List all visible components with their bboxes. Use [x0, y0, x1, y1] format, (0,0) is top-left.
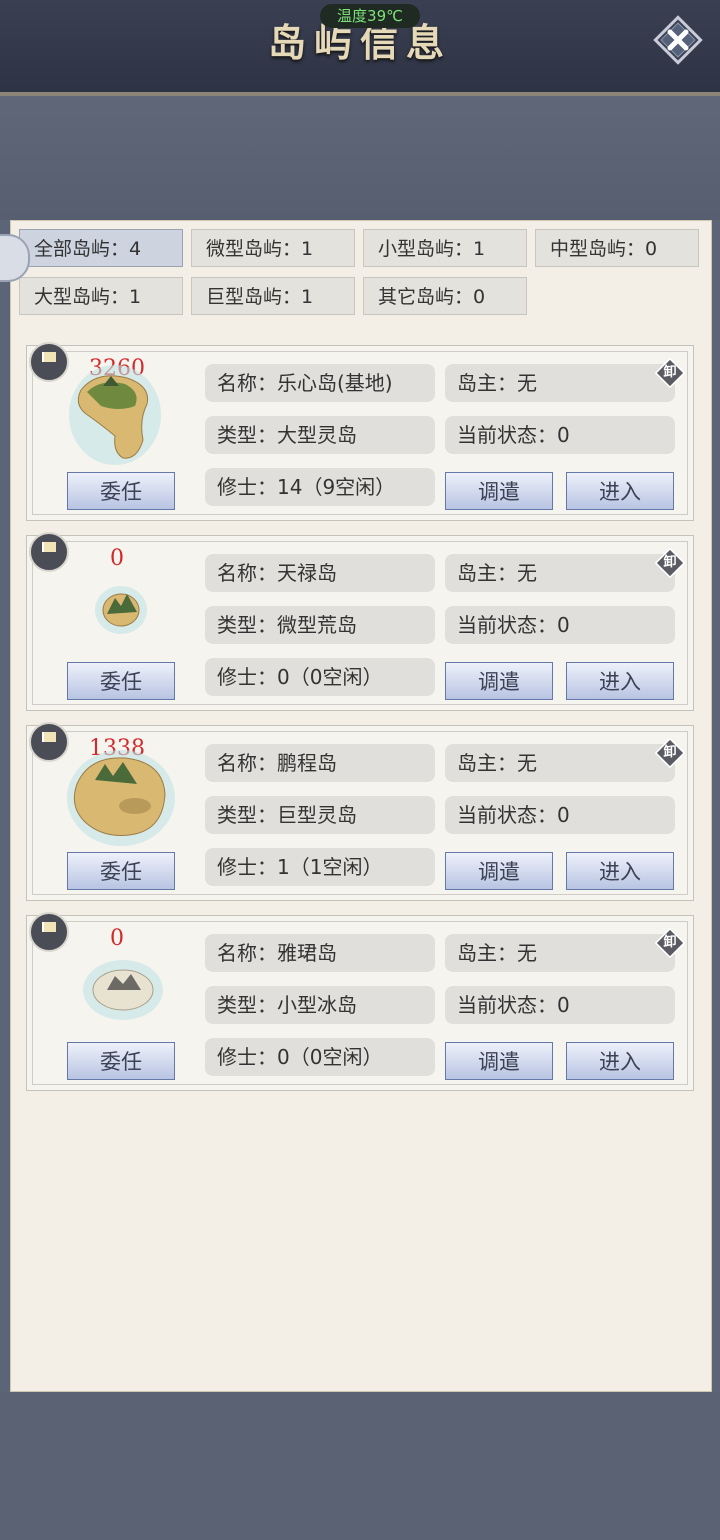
filter-small-islands[interactable]: 小型岛屿：1: [363, 229, 527, 267]
assign-button[interactable]: 委任: [67, 662, 175, 700]
unload-label: 卸: [663, 935, 677, 950]
island-status: 当前状态：0: [445, 416, 675, 454]
filter-micro-islands[interactable]: 微型岛屿：1: [191, 229, 355, 267]
island-count: 0: [110, 926, 124, 951]
background-band-bottom: [0, 1392, 720, 1540]
island-owner: 岛主：无: [445, 554, 675, 592]
island-card: 1338 委任 名称：鹏程岛 类型：巨型灵岛 修士：1（1空闲） 岛主：无 当前…: [26, 722, 694, 901]
island-type: 类型：巨型灵岛: [205, 796, 435, 834]
island-count: 0: [110, 546, 124, 571]
island-type: 类型：大型灵岛: [205, 416, 435, 454]
unload-button[interactable]: 卸: [654, 737, 686, 769]
flag-icon[interactable]: [29, 912, 69, 952]
island-name: 名称：天禄岛: [205, 554, 435, 592]
filter-huge-islands[interactable]: 巨型岛屿：1: [191, 277, 355, 315]
island-card: 3260 委任 名称：乐心岛(基地) 类型：大型灵岛 修士：14（9空闲） 岛主…: [26, 342, 694, 521]
flag-icon[interactable]: [29, 532, 69, 572]
unload-label: 卸: [663, 745, 677, 760]
filter-medium-islands[interactable]: 中型岛屿：0: [535, 229, 699, 267]
island-ice-icon: [83, 960, 163, 1020]
dispatch-button[interactable]: 调遣: [445, 662, 553, 700]
island-owner: 岛主：无: [445, 744, 675, 782]
enter-button[interactable]: 进入: [566, 1042, 674, 1080]
island-status: 当前状态：0: [445, 986, 675, 1024]
island-card: 0 委任 名称：雅珺岛 类型：小型冰岛 修士：0（0空闲） 岛主：无 当前状态：…: [26, 912, 694, 1091]
header-bar: 岛屿信息 温度39℃: [0, 0, 720, 96]
assign-button[interactable]: 委任: [67, 852, 175, 890]
enter-button[interactable]: 进入: [566, 472, 674, 510]
dispatch-button[interactable]: 调遣: [445, 1042, 553, 1080]
island-type: 类型：微型荒岛: [205, 606, 435, 644]
filter-large-islands[interactable]: 大型岛屿：1: [19, 277, 183, 315]
island-owner: 岛主：无: [445, 934, 675, 972]
island-card: 0 委任 名称：天禄岛 类型：微型荒岛 修士：0（0空闲） 岛主：无 当前状态：…: [26, 532, 694, 711]
island-name: 名称：乐心岛(基地): [205, 364, 435, 402]
unload-label: 卸: [663, 365, 677, 380]
flag-icon[interactable]: [29, 342, 69, 382]
island-cultivators: 修士：14（9空闲）: [205, 468, 435, 506]
unload-button[interactable]: 卸: [654, 357, 686, 389]
dispatch-button[interactable]: 调遣: [445, 852, 553, 890]
island-name: 名称：鹏程岛: [205, 744, 435, 782]
close-icon[interactable]: [652, 14, 704, 66]
island-large-icon: [69, 365, 161, 465]
island-huge-icon: [67, 750, 175, 846]
assign-button[interactable]: 委任: [67, 1042, 175, 1080]
island-cultivators: 修士：0（0空闲）: [205, 658, 435, 696]
island-type: 类型：小型冰岛: [205, 986, 435, 1024]
island-name: 名称：雅珺岛: [205, 934, 435, 972]
filter-other-islands[interactable]: 其它岛屿：0: [363, 277, 527, 315]
island-owner: 岛主：无: [445, 364, 675, 402]
dispatch-button[interactable]: 调遣: [445, 472, 553, 510]
enter-button[interactable]: 进入: [566, 662, 674, 700]
island-micro-icon: [95, 586, 147, 634]
temperature-badge: 温度39℃: [320, 4, 420, 28]
unload-label: 卸: [663, 555, 677, 570]
island-cultivators: 修士：1（1空闲）: [205, 848, 435, 886]
assign-button[interactable]: 委任: [67, 472, 175, 510]
island-status: 当前状态：0: [445, 606, 675, 644]
background-band: [0, 96, 720, 220]
flag-icon[interactable]: [29, 722, 69, 762]
unload-button[interactable]: 卸: [654, 547, 686, 579]
island-cultivators: 修士：0（0空闲）: [205, 1038, 435, 1076]
enter-button[interactable]: 进入: [566, 852, 674, 890]
island-status: 当前状态：0: [445, 796, 675, 834]
filter-all-islands[interactable]: 全部岛屿：4: [19, 229, 183, 267]
unload-button[interactable]: 卸: [654, 927, 686, 959]
